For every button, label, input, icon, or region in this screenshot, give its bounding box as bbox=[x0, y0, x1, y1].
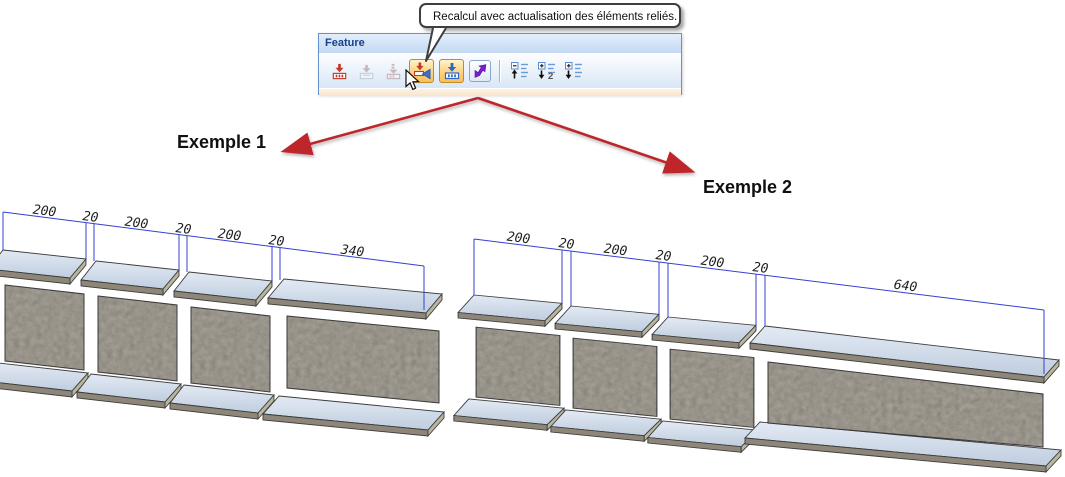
beam bbox=[454, 295, 564, 430]
annotation-arrows bbox=[280, 96, 696, 174]
example2-model: 200 20 200 20 200 20 640 bbox=[454, 230, 1061, 472]
dim-label: 20 bbox=[82, 209, 100, 226]
screenshot-root: { "window": { "title": "Feature" }, "too… bbox=[0, 0, 1065, 477]
beam bbox=[551, 306, 661, 441]
dim-label: 200 bbox=[32, 203, 57, 221]
mouse-cursor-icon bbox=[405, 69, 420, 91]
beam bbox=[0, 250, 88, 397]
dim-label: 640 bbox=[893, 278, 918, 296]
dim-label: 20 bbox=[752, 260, 770, 277]
illustration-canvas: 200 20 200 20 200 20 340 200 20 200 20 2… bbox=[0, 96, 1065, 477]
arrow-to-example2 bbox=[477, 96, 696, 174]
tooltip-tail bbox=[425, 28, 447, 62]
example2-dimension-labels: 200 20 200 20 200 20 640 bbox=[506, 230, 918, 296]
beam bbox=[170, 272, 274, 419]
example1-label: Exemple 1 bbox=[177, 132, 267, 152]
tooltip: Recalcul avec actualisation des éléments… bbox=[419, 3, 681, 28]
dim-label: 20 bbox=[558, 236, 576, 253]
dim-label: 200 bbox=[506, 230, 531, 248]
beam-long bbox=[745, 326, 1061, 472]
dim-label: 200 bbox=[603, 242, 628, 260]
example1-model: 200 20 200 20 200 20 340 bbox=[0, 203, 444, 436]
beam bbox=[648, 317, 758, 452]
dim-label: 20 bbox=[268, 233, 286, 250]
beam bbox=[77, 261, 181, 408]
arrow-to-example1 bbox=[280, 96, 479, 156]
dim-label: 340 bbox=[339, 242, 365, 260]
example2-label: Exemple 2 bbox=[703, 177, 793, 197]
dim-label: 20 bbox=[175, 221, 193, 238]
dim-label: 200 bbox=[217, 227, 242, 245]
beam-wide bbox=[263, 279, 444, 436]
dim-label: 200 bbox=[700, 254, 725, 272]
dim-label: 200 bbox=[124, 215, 149, 233]
dim-label: 20 bbox=[655, 248, 673, 265]
